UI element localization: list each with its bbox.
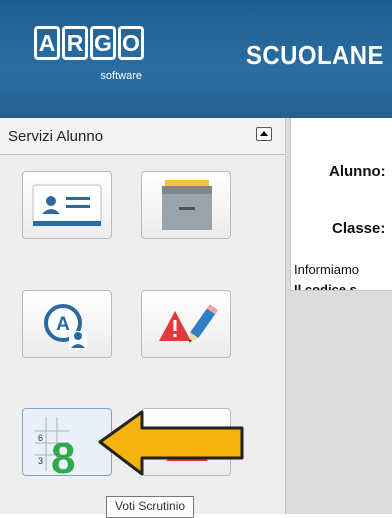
student-id-card-icon <box>32 184 102 226</box>
main-content: Alunno: Classe: Informiamo Il codice s <box>286 118 392 514</box>
info-text: Informiamo <box>294 262 360 277</box>
pointer-arrow-icon <box>98 410 244 476</box>
svg-text:6: 6 <box>38 433 43 443</box>
brand-title: SCUOLANE <box>246 40 384 70</box>
class-label: Classe: <box>332 220 386 237</box>
logo-subtitle: software <box>100 70 142 82</box>
svg-text:8: 8 <box>51 434 75 477</box>
student-info-card: Alunno: Classe: Informiamo Il codice s <box>290 118 392 291</box>
argo-logo: A R G O software <box>34 26 158 84</box>
code-text: Il codice s <box>294 282 357 291</box>
tile-student-data[interactable] <box>22 171 112 239</box>
student-label: Alunno: <box>329 163 386 180</box>
absence-user-icon: A <box>44 304 87 349</box>
app-header: A R G O software SCUOLANE <box>0 0 392 119</box>
tile-tooltip: Voti Scrutinio <box>106 496 195 518</box>
logo-letter-r: R <box>62 26 88 60</box>
svg-text:3: 3 <box>38 456 43 466</box>
collapse-panel-button[interactable] <box>256 127 272 141</box>
sidebar-title: Servizi Alunno <box>8 128 104 145</box>
tile-notes[interactable] <box>141 290 231 358</box>
sidebar-header: Servizi Alunno <box>0 118 285 155</box>
logo-letter-o: O <box>118 26 144 60</box>
logo-letter-a: A <box>34 26 60 60</box>
svg-text:A: A <box>56 314 70 335</box>
tile-documents[interactable] <box>141 171 231 239</box>
warning-pencil-icon <box>159 304 218 343</box>
file-drawer-icon <box>162 180 212 230</box>
logo-letter-g: G <box>90 26 116 60</box>
tile-absences[interactable]: A <box>22 290 112 358</box>
